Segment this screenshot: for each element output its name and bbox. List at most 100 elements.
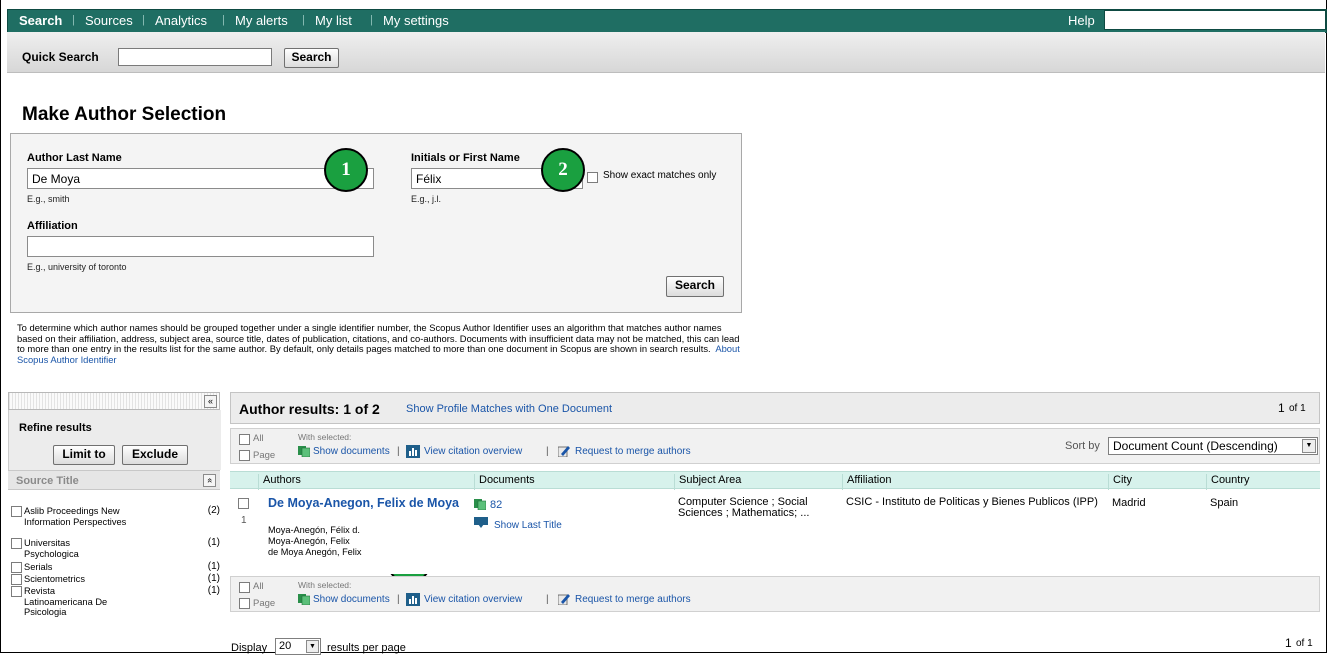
quick-search-bar: Quick Search Search	[7, 32, 1325, 73]
last-name-input[interactable]	[27, 168, 374, 189]
name-variant: de Moya Anegón, Felix	[268, 547, 362, 557]
nav-my-settings[interactable]: My settings	[383, 13, 449, 28]
nav-my-alerts[interactable]: My alerts	[235, 13, 288, 28]
display-label: Display	[231, 642, 268, 654]
column-city[interactable]: City	[1108, 474, 1206, 490]
nav-separator: |	[72, 14, 75, 26]
merge-authors-icon	[558, 446, 570, 457]
column-authors[interactable]: Authors	[258, 474, 474, 490]
chevron-down-icon: ▼	[1302, 439, 1316, 453]
column-documents[interactable]: Documents	[474, 474, 674, 490]
source-name: Aslib Proceedings New Information Perspe…	[24, 506, 127, 527]
first-name-label: Initials or First Name	[411, 152, 520, 164]
results-header: Author results: 1 of 2 Show Profile Matc…	[230, 392, 1320, 424]
select-page-checkbox[interactable]	[239, 450, 250, 461]
show-last-title-link[interactable]: Show Last Title	[494, 520, 562, 531]
refine-sidebar: « Refine results Limit to Exclude Source…	[8, 392, 221, 654]
per-page-value: 20	[279, 640, 292, 652]
exact-match-checkbox[interactable]	[587, 172, 598, 183]
column-affiliation[interactable]: Affiliation	[842, 474, 1108, 490]
request-merge-link[interactable]: Request to merge authors	[575, 446, 691, 457]
nav-analytics[interactable]: Analytics	[155, 13, 207, 28]
source-item: Universitas Psychologica (1)	[8, 537, 220, 560]
source-checkbox[interactable]	[11, 562, 22, 573]
select-all-checkbox[interactable]	[239, 582, 250, 593]
page-title: Make Author Selection	[22, 104, 227, 125]
toolbar-separator: |	[397, 446, 400, 457]
description-text: To determine which author names should b…	[17, 322, 740, 355]
nav-search-input[interactable]	[1104, 10, 1326, 30]
select-all-checkbox[interactable]	[239, 434, 250, 445]
author-results-panel: Author results: 1 of 2 Show Profile Matc…	[230, 392, 1325, 622]
source-checkbox[interactable]	[11, 574, 22, 585]
source-checkbox[interactable]	[11, 506, 22, 517]
name-variant: Moya-Anegón, Félix d.	[268, 525, 360, 535]
affiliation-input[interactable]	[27, 236, 374, 257]
chevron-down-icon: ▼	[306, 640, 319, 653]
sort-select[interactable]: Document Count (Descending) ▼	[1108, 437, 1318, 455]
with-selected-label: With selected:	[298, 432, 352, 442]
nav-help[interactable]: Help	[1068, 13, 1095, 28]
source-title-label: Source Title	[16, 475, 79, 487]
toolbar-separator: |	[397, 594, 400, 605]
row-checkbox[interactable]	[238, 498, 249, 509]
quick-search-label: Quick Search	[22, 50, 99, 64]
exclude-button[interactable]: Exclude	[122, 445, 188, 465]
collapse-sidebar-icon[interactable]: «	[204, 395, 217, 408]
show-documents-icon	[298, 594, 310, 605]
document-count-link[interactable]: 82	[490, 499, 502, 511]
show-last-title-icon	[474, 517, 488, 528]
chevron-up-icon[interactable]: »	[203, 474, 216, 487]
source-checkbox[interactable]	[11, 538, 22, 549]
name-variant: Moya-Anegón, Felix	[268, 536, 350, 546]
show-documents-link[interactable]: Show documents	[313, 446, 390, 457]
top-nav: Search | Sources | Analytics | My alerts…	[7, 9, 1327, 33]
nav-separator: |	[302, 14, 305, 26]
results-column-header: Authors Documents Subject Area Affiliati…	[230, 471, 1320, 490]
source-name: Scientometrics	[24, 574, 85, 584]
limit-to-button[interactable]: Limit to	[53, 445, 115, 465]
bottom-page-number: 1	[1285, 636, 1292, 650]
source-name: Serials	[24, 562, 53, 572]
nav-search[interactable]: Search	[19, 13, 62, 28]
source-count[interactable]: (1)	[208, 561, 220, 573]
source-item: Scientometrics (1)	[8, 573, 220, 586]
nav-my-list[interactable]: My list	[315, 13, 352, 28]
quick-search-input[interactable]	[118, 48, 272, 66]
source-count[interactable]: (1)	[208, 585, 220, 597]
nav-separator: |	[142, 14, 145, 26]
source-title-header[interactable]: Source Title »	[8, 470, 220, 490]
column-subject-area[interactable]: Subject Area	[674, 474, 842, 490]
request-merge-link[interactable]: Request to merge authors	[575, 594, 691, 605]
show-documents-link[interactable]: Show documents	[313, 594, 390, 605]
view-citation-overview-link[interactable]: View citation overview	[424, 594, 522, 605]
nav-separator: |	[222, 14, 225, 26]
nav-sources[interactable]: Sources	[85, 13, 133, 28]
author-search-button[interactable]: Search	[666, 276, 724, 297]
quick-search-button[interactable]: Search	[284, 48, 339, 68]
source-name: Universitas Psychologica	[24, 538, 79, 559]
select-all-label: All	[253, 433, 264, 444]
column-country[interactable]: Country	[1206, 474, 1320, 490]
with-selected-label: With selected:	[298, 580, 352, 590]
toolbar-separator: |	[546, 594, 549, 605]
results-title: Author results: 1 of 2	[239, 401, 380, 417]
source-count[interactable]: (1)	[208, 573, 220, 585]
per-page-select[interactable]: 20 ▼	[275, 638, 321, 655]
bottom-page-of: of 1	[1296, 638, 1313, 649]
select-all-label: All	[253, 581, 264, 592]
page-of: of 1	[1289, 403, 1306, 414]
view-citation-overview-link[interactable]: View citation overview	[424, 446, 522, 457]
source-count[interactable]: (2)	[208, 505, 220, 517]
author-name-link[interactable]: De Moya-Anegon, Felix de Moya	[268, 497, 464, 510]
nav-separator: |	[370, 14, 373, 26]
affiliation-value: CSIC - Instituto de Politicas y Bienes P…	[846, 496, 1098, 508]
select-page-checkbox[interactable]	[239, 598, 250, 609]
results-toolbar: All Page With selected: Show documents |…	[230, 428, 1320, 464]
exact-match-label: Show exact matches only	[603, 170, 717, 181]
source-count[interactable]: (1)	[208, 537, 220, 549]
citation-overview-icon	[406, 445, 420, 458]
source-checkbox[interactable]	[11, 586, 22, 597]
author-identifier-description: To determine which author names should b…	[17, 322, 742, 365]
profile-matches-link[interactable]: Show Profile Matches with One Document	[406, 403, 612, 415]
